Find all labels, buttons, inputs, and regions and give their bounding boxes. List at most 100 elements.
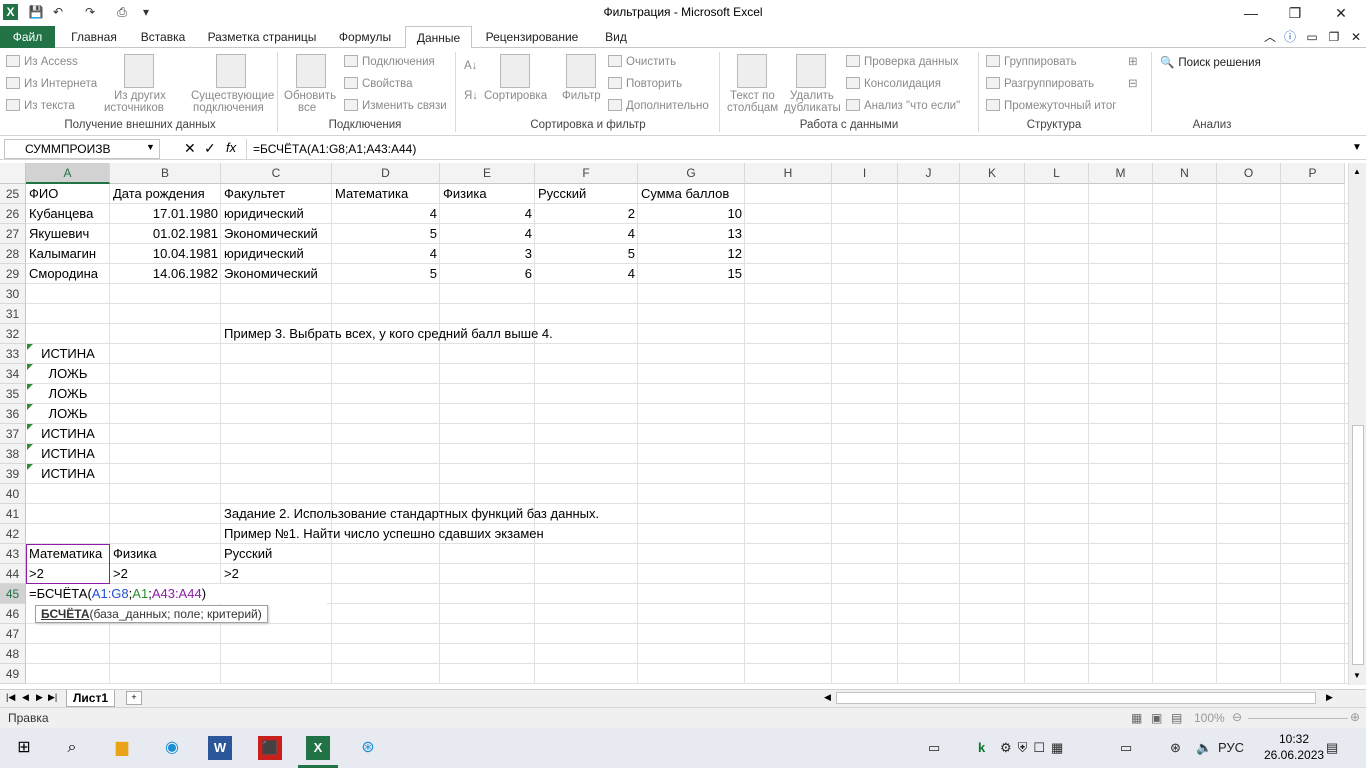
cell-a27[interactable]: Якушевич	[27, 224, 109, 244]
sort-az-icon[interactable]: A↓	[464, 60, 477, 72]
normal-view-icon[interactable]: ▦	[1131, 711, 1142, 725]
cell-b28[interactable]: 10.04.1981	[111, 244, 220, 264]
cell-d26[interactable]: 4	[333, 204, 439, 224]
subtotal-button[interactable]: Промежуточный итог	[986, 99, 1116, 112]
cell-a35[interactable]: ЛОЖЬ	[27, 384, 109, 404]
cell-f25[interactable]: Русский	[536, 184, 637, 204]
expand-formula-bar-icon[interactable]: ▼	[1352, 142, 1362, 153]
column-header-l[interactable]: L	[1025, 163, 1089, 184]
edit-links-button[interactable]: Изменить связи	[344, 99, 447, 112]
tab-page-layout[interactable]: Разметка страницы	[202, 26, 322, 48]
cell-a37[interactable]: ИСТИНА	[27, 424, 109, 444]
column-header-j[interactable]: J	[898, 163, 960, 184]
cell-b29[interactable]: 14.06.1982	[111, 264, 220, 284]
column-header-d[interactable]: D	[332, 163, 440, 184]
column-header-m[interactable]: M	[1089, 163, 1153, 184]
cell-b44[interactable]: >2	[111, 564, 220, 584]
horizontal-scrollbar[interactable]: ◀ ▶	[824, 691, 1340, 705]
show-detail-icon[interactable]: ⊞	[1128, 54, 1138, 68]
last-sheet-icon[interactable]: ▶|	[48, 692, 57, 703]
error-indicator-icon[interactable]	[27, 344, 33, 350]
word-icon[interactable]: W	[208, 736, 232, 760]
enter-entry-icon[interactable]: ✓	[204, 140, 216, 157]
next-sheet-icon[interactable]: ▶	[36, 692, 43, 703]
close-button[interactable]: ✕	[1318, 0, 1364, 26]
tab-home[interactable]: Главная	[62, 26, 126, 48]
page-break-view-icon[interactable]: ▤	[1171, 711, 1182, 725]
row-header-40[interactable]: 40	[0, 484, 26, 504]
workbook-close-icon[interactable]: ✕	[1348, 26, 1364, 48]
ungroup-button[interactable]: Разгруппировать	[986, 77, 1094, 90]
scroll-up-icon[interactable]: ▲	[1353, 167, 1361, 176]
tray-wifi-icon[interactable]: ⊛	[1170, 740, 1181, 756]
cell-g29[interactable]: 15	[639, 264, 744, 284]
tab-file[interactable]: Файл	[0, 26, 55, 48]
row-header-26[interactable]: 26	[0, 204, 26, 224]
cell-g25[interactable]: Сумма баллов	[639, 184, 744, 204]
zoom-level[interactable]: 100%	[1194, 711, 1225, 725]
cell-g28[interactable]: 12	[639, 244, 744, 264]
formula-input[interactable]: =БСЧЁТА(A1:G8;A1;A43:A44)	[246, 139, 1350, 159]
refresh-all-label-1[interactable]: Обновить	[284, 90, 336, 102]
tab-review[interactable]: Рецензирование	[478, 26, 586, 48]
tray-battery-icon[interactable]: ▭	[1120, 740, 1132, 756]
row-header-25[interactable]: 25	[0, 184, 26, 204]
cell-a36[interactable]: ЛОЖЬ	[27, 404, 109, 424]
tab-data[interactable]: Данные	[405, 26, 472, 49]
horizontal-scroll-thumb[interactable]	[836, 692, 1316, 704]
vertical-scroll-thumb[interactable]	[1352, 425, 1364, 665]
cancel-entry-icon[interactable]: ✕	[184, 140, 196, 157]
row-header-45[interactable]: 45	[0, 584, 26, 604]
row-header-28[interactable]: 28	[0, 244, 26, 264]
language-indicator[interactable]: РУС	[1218, 740, 1244, 755]
from-text-button[interactable]: Из текста	[6, 99, 75, 112]
data-validation-button[interactable]: Проверка данных	[846, 55, 959, 68]
new-sheet-icon[interactable]: +	[126, 691, 142, 705]
cell-c43[interactable]: Русский	[222, 544, 331, 564]
cell-b25[interactable]: Дата рождения	[111, 184, 220, 204]
row-header-36[interactable]: 36	[0, 404, 26, 424]
cell-e28[interactable]: 3	[441, 244, 534, 264]
row-header-30[interactable]: 30	[0, 284, 26, 304]
cell-a33[interactable]: ИСТИНА	[27, 344, 109, 364]
example-3-heading[interactable]: Пример 3. Выбрать всех, у кого средний б…	[222, 324, 831, 344]
row-header-44[interactable]: 44	[0, 564, 26, 584]
refresh-all-label-2[interactable]: все	[298, 102, 316, 114]
name-box[interactable]: СУММПРОИЗВ	[4, 139, 160, 159]
filter-button[interactable]: Фильтр	[562, 90, 601, 102]
error-indicator-icon[interactable]	[27, 404, 33, 410]
remove-duplicates-label-1[interactable]: Удалить	[790, 90, 834, 102]
row-header-37[interactable]: 37	[0, 424, 26, 444]
row-header-49[interactable]: 49	[0, 664, 26, 684]
row-header-38[interactable]: 38	[0, 444, 26, 464]
hide-detail-icon[interactable]: ⊟	[1128, 76, 1138, 90]
prev-sheet-icon[interactable]: ◀	[22, 692, 29, 703]
cell-f29[interactable]: 4	[536, 264, 637, 284]
text-to-columns-label-1[interactable]: Текст по	[730, 90, 775, 102]
workbook-minimize-icon[interactable]: ▭	[1304, 26, 1320, 48]
minimize-button[interactable]: —	[1228, 0, 1274, 26]
column-header-c[interactable]: C	[221, 163, 332, 184]
column-header-i[interactable]: I	[832, 163, 898, 184]
tab-formulas[interactable]: Формулы	[332, 26, 398, 48]
cell-a25[interactable]: ФИО	[27, 184, 109, 204]
text-to-columns-label-2[interactable]: столбцам	[727, 102, 778, 114]
column-header-p[interactable]: P	[1281, 163, 1345, 184]
from-web-button[interactable]: Из Интернета	[6, 77, 97, 90]
cell-f26[interactable]: 2	[536, 204, 637, 224]
sort-button[interactable]: Сортировка	[484, 90, 547, 102]
cell-d29[interactable]: 5	[333, 264, 439, 284]
name-box-dropdown-icon[interactable]: ▼	[146, 142, 155, 152]
cell-c29[interactable]: Экономический	[222, 264, 331, 284]
clock-time[interactable]: 10:32	[1264, 732, 1324, 746]
insert-function-icon[interactable]: fx	[226, 140, 236, 155]
windows-start-icon[interactable]: ⊞	[12, 736, 36, 760]
select-all-corner[interactable]	[0, 163, 26, 184]
pdf-icon[interactable]: ⬛	[258, 736, 282, 760]
remove-duplicates-label-2[interactable]: дубликаты	[784, 102, 841, 114]
network-app-icon[interactable]: ⊛	[356, 736, 380, 760]
column-header-a[interactable]: A	[26, 163, 110, 184]
edge-icon[interactable]: ◉	[160, 736, 184, 760]
cell-d27[interactable]: 5	[333, 224, 439, 244]
clear-filter-button[interactable]: Очистить	[608, 55, 676, 68]
